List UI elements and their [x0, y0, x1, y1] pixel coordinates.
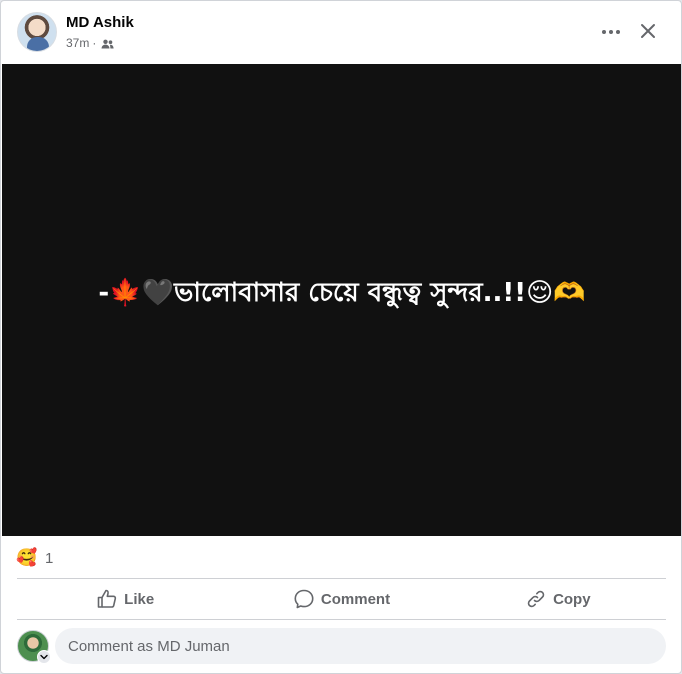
- media-caption-text: -🍁🖤ভালোবাসার চেয়ে বন্ধুত্ব সুন্দর..!!😌🫶: [98, 278, 586, 308]
- post-meta: 37m ·: [66, 36, 114, 50]
- like-icon: [96, 588, 118, 610]
- post-header: MD Ashik 37m ·: [1, 1, 681, 63]
- author-avatar[interactable]: [17, 12, 57, 52]
- close-button[interactable]: [634, 17, 662, 45]
- meta-separator: ·: [92, 36, 97, 50]
- comment-box[interactable]: [55, 628, 666, 664]
- divider-top: [17, 578, 666, 579]
- reaction-summary[interactable]: 🥰 1: [16, 546, 54, 570]
- comment-input[interactable]: [68, 637, 666, 655]
- care-reaction-icon: 🥰: [16, 548, 38, 567]
- post-dialog: MD Ashik 37m · -🍁🖤ভালোবাসার চেয়ে বন্ধুত…: [0, 0, 682, 674]
- copy-button[interactable]: Copy: [450, 580, 666, 618]
- author-name[interactable]: MD Ashik: [66, 14, 134, 31]
- comment-icon: [293, 588, 315, 610]
- like-button[interactable]: Like: [17, 580, 233, 618]
- divider-bottom: [17, 619, 666, 620]
- avatar-figure: [27, 37, 49, 51]
- chevron-down-icon[interactable]: [37, 650, 51, 664]
- reaction-count: 1: [45, 549, 54, 567]
- post-time[interactable]: 37m: [66, 36, 89, 50]
- comment-button[interactable]: Comment: [233, 580, 449, 618]
- post-media[interactable]: -🍁🖤ভালোবাসার চেয়ে বন্ধুত্ব সুন্দর..!!😌🫶: [2, 64, 681, 536]
- close-icon: [641, 24, 655, 38]
- friends-icon[interactable]: [101, 38, 114, 49]
- like-label: Like: [124, 590, 155, 608]
- copy-label: Copy: [553, 590, 591, 608]
- link-icon: [525, 588, 547, 610]
- comment-label: Comment: [320, 590, 391, 608]
- more-icon: [602, 30, 620, 34]
- comment-composer: [17, 628, 667, 664]
- more-options-button[interactable]: [597, 18, 625, 46]
- post-actions: Like Comment Copy: [17, 580, 666, 618]
